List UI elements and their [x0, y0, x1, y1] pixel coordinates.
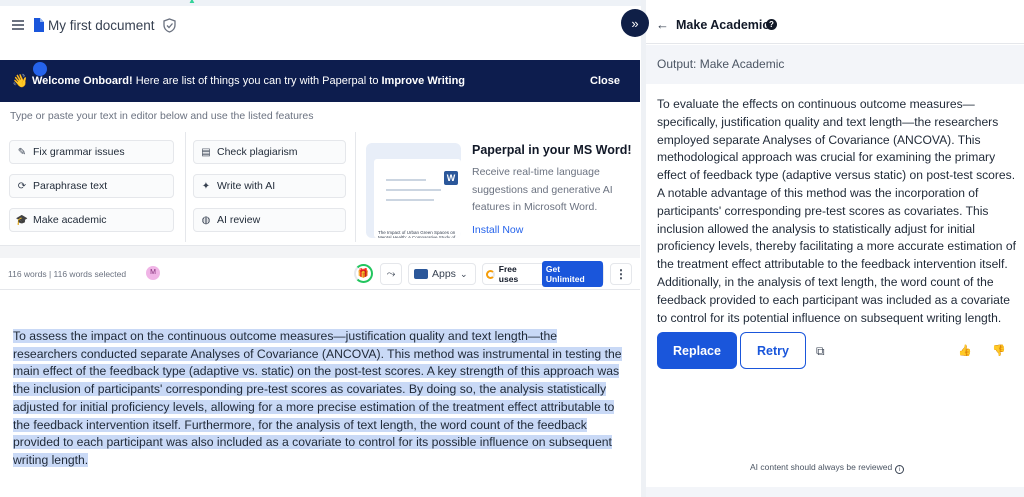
usage-ring-icon: [486, 269, 495, 279]
section-gap: [0, 246, 640, 258]
output-text: To evaluate the effects on continuous ou…: [657, 97, 1016, 325]
banner-close-button[interactable]: Close: [590, 75, 620, 87]
banner-text: Welcome Onboard! Here are list of things…: [32, 75, 465, 87]
copy-icon[interactable]: ⧉: [816, 344, 825, 359]
document-check-icon: ▤: [201, 146, 211, 158]
disclaimer-text: AI content should always be reviewed: [750, 462, 893, 472]
fix-grammar-label: Fix grammar issues: [33, 146, 125, 158]
editor-area[interactable]: To assess the impact on the continuous o…: [0, 290, 640, 497]
editor-text[interactable]: To assess the impact on the continuous o…: [13, 328, 623, 470]
check-plagiarism-button[interactable]: ▤ Check plagiarism: [193, 140, 346, 164]
make-academic-label: Make academic: [33, 214, 107, 226]
back-arrow-icon[interactable]: ←: [656, 17, 669, 32]
welcome-banner: 👋 Welcome Onboard! Here are list of thin…: [0, 60, 640, 102]
banner-prefix: Welcome Onboard!: [32, 75, 133, 87]
msword-preview-image: W The Impact of Urban Green Spaces on Me…: [366, 143, 461, 238]
more-options-icon[interactable]: ⋮: [610, 263, 632, 285]
thumbs-up-icon[interactable]: 👍: [958, 344, 972, 357]
retry-button[interactable]: Retry: [740, 332, 806, 369]
output-label-bar: Output: Make Academic: [646, 45, 1024, 84]
banner-dot-icon: [33, 62, 47, 76]
free-uses-label: Free uses: [498, 264, 519, 284]
panel-footer: [646, 487, 1024, 497]
refresh-icon: ⟳: [17, 180, 27, 192]
help-icon[interactable]: ?: [766, 19, 777, 30]
graduation-cap-icon: 🎓: [15, 214, 29, 226]
ai-review-button[interactable]: ◍ AI review: [193, 208, 346, 232]
replace-button[interactable]: Replace: [657, 332, 737, 369]
thumb-line: [386, 199, 434, 201]
ai-disclaimer: AI content should always be reviewed i: [750, 462, 905, 474]
globe-icon: ◍: [201, 214, 211, 226]
editor-toolbar: 116 words | 116 words selected M 🎁 ⤳ App…: [0, 258, 640, 290]
write-with-ai-label: Write with AI: [217, 180, 276, 192]
thumbs-down-icon[interactable]: 👎: [992, 344, 1006, 357]
document-header: My first document: [0, 6, 641, 48]
sparkle-icon: ✦: [201, 180, 211, 192]
apps-label: Apps: [432, 268, 456, 280]
free-uses-widget: Free uses Get Unlimited: [482, 261, 604, 287]
fix-grammar-button[interactable]: ✎ Fix grammar issues: [9, 140, 174, 164]
install-now-link[interactable]: Install Now: [472, 224, 523, 236]
msword-thumb-text: The Impact of Urban Green Spaces on Ment…: [378, 230, 456, 238]
thumb-line: [386, 189, 441, 191]
editor-pane: My first document 👋 Welcome Onboard! Her…: [0, 6, 641, 497]
paraphrase-button[interactable]: ⟳ Paraphrase text: [9, 174, 174, 198]
collapse-panel-button[interactable]: »: [621, 9, 649, 37]
panel-header: ← Make Academic ?: [646, 6, 1024, 44]
document-title[interactable]: My first document: [48, 18, 155, 33]
share-icon[interactable]: ⤳: [380, 263, 402, 285]
banner-suffix: Improve Writing: [381, 75, 466, 87]
document-icon: [34, 18, 44, 32]
assistant-panel: ← Make Academic ? Output: Make Academic …: [646, 0, 1024, 497]
avatar[interactable]: M: [146, 266, 160, 280]
msword-title: Paperpal in your MS Word!: [472, 143, 632, 157]
word-app-icon: [414, 269, 428, 279]
word-logo-icon: W: [444, 171, 458, 185]
panel-title: Make Academic: [676, 18, 770, 32]
msword-description: Receive real-time language suggestions a…: [472, 166, 613, 213]
make-academic-button[interactable]: 🎓 Make academic: [9, 208, 174, 232]
pen-icon: ✎: [17, 146, 27, 158]
ai-review-label: AI review: [217, 214, 261, 226]
apps-dropdown[interactable]: Apps ⌄: [408, 263, 476, 285]
check-plagiarism-label: Check plagiarism: [217, 146, 298, 158]
paraphrase-label: Paraphrase text: [33, 180, 108, 192]
waving-hand-icon: 👋: [12, 73, 29, 88]
chevron-down-icon: ⌄: [459, 268, 468, 279]
output-label: Output: Make Academic: [657, 57, 785, 71]
info-icon[interactable]: i: [895, 465, 905, 474]
features-panel: Type or paste your text in editor below …: [0, 102, 640, 246]
gift-icon[interactable]: 🎁: [354, 264, 373, 283]
shield-icon[interactable]: [163, 18, 176, 33]
features-hint: Type or paste your text in editor below …: [10, 110, 314, 122]
selected-text: To assess the impact on the continuous o…: [13, 329, 622, 467]
hamburger-menu-icon[interactable]: [12, 20, 24, 30]
write-with-ai-button[interactable]: ✦ Write with AI: [193, 174, 346, 198]
features-divider: [355, 132, 356, 242]
status-indicator-icon: ▲: [188, 0, 196, 5]
get-unlimited-button[interactable]: Get Unlimited: [541, 261, 603, 287]
thumb-line: [386, 179, 426, 181]
features-divider: [185, 132, 186, 242]
msword-window: W The Impact of Urban Green Spaces on Me…: [374, 159, 461, 238]
word-count: 116 words | 116 words selected: [8, 269, 127, 279]
banner-middle: Here are list of things you can try with…: [132, 75, 382, 87]
